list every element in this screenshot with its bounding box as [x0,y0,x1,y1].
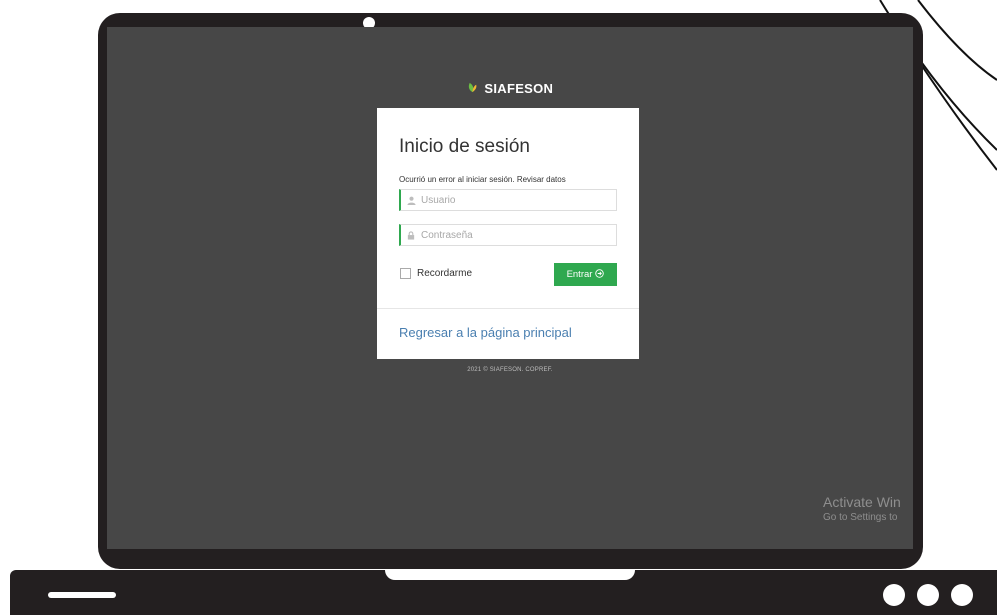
arrow-circle-right-icon [595,268,605,281]
submit-label: Entrar [566,269,593,280]
base-stripe [48,592,116,598]
activation-subtitle: Go to Settings to [823,512,898,523]
remember-me[interactable]: Recordarme [400,268,472,279]
back-to-home-link[interactable]: Regresar a la página principal [399,325,572,340]
activation-title: Activate Win [823,494,901,510]
username-field[interactable] [399,189,617,211]
leaf-icon [467,82,482,96]
windows-activation-watermark: Activate Win Go to Settings to [823,494,901,523]
laptop-hinge [385,570,635,580]
copyright-footer: 2021 © SIAFESON. COPREF. [467,367,553,373]
brand-logo: SIAFESON [107,81,913,96]
password-field[interactable] [399,224,617,246]
brand-name: SIAFESON [484,81,554,96]
password-input[interactable] [421,226,616,244]
dot [883,584,905,606]
laptop-screen: SIAFESON Inicio de sesión Ocurrió un err… [107,27,913,549]
dot [917,584,939,606]
username-input[interactable] [421,191,616,209]
remember-label: Recordarme [417,268,473,279]
login-card: Inicio de sesión Ocurrió un error al ini… [377,108,639,359]
dot [951,584,973,606]
error-message: Ocurrió un error al iniciar sesión. Revi… [399,175,566,184]
card-divider [377,308,639,309]
remember-checkbox[interactable] [400,268,411,279]
decorative-dots [883,584,973,606]
submit-button[interactable]: Entrar [554,263,617,286]
login-title: Inicio de sesión [399,136,530,157]
user-icon [401,196,421,205]
lock-icon [401,230,421,240]
